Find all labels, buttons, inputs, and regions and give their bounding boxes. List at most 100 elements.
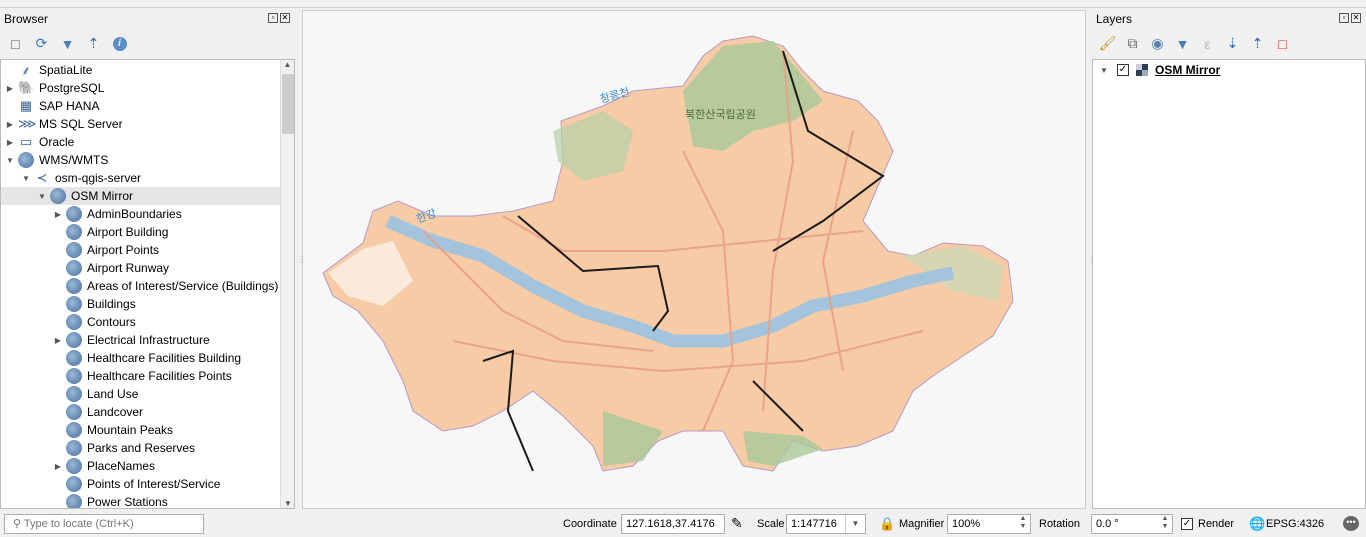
browser-tree: Power Stations Points of Interest/Service… xyxy=(0,59,295,509)
browser-item-label: Buildings xyxy=(87,297,136,311)
rotation-value: 0.0 ° xyxy=(1096,518,1119,530)
browser-scrollbar[interactable]: ▲ ▼ xyxy=(280,60,294,508)
browser-item[interactable]: Mountain Peaks xyxy=(1,421,281,439)
scale-select[interactable]: 1:147716 ▼ xyxy=(786,514,866,534)
lock-icon[interactable]: 🔒 xyxy=(879,516,895,532)
filter-icon[interactable]: ▼ xyxy=(59,35,76,52)
globe-icon xyxy=(66,494,82,508)
browser-item-label: Areas of Interest/Service (Buildings) xyxy=(87,279,279,293)
expand-arrow-icon[interactable]: ▶ xyxy=(5,120,15,129)
browser-item[interactable]: Areas of Interest/Service (Buildings) xyxy=(1,277,281,295)
browser-item[interactable]: ▼ OSM Mirror xyxy=(1,187,281,205)
browser-item[interactable]: Parks and Reserves xyxy=(1,439,281,457)
map-canvas[interactable]: 창릉천 북한산국립공원 한강 xyxy=(302,10,1086,509)
eye-visibility-icon[interactable]: ◉ xyxy=(1149,35,1166,52)
mouse-coordinate-toggle-icon[interactable]: ✎ xyxy=(731,515,743,532)
browser-item-label: PlaceNames xyxy=(87,459,156,473)
elephant-icon: 🐘 xyxy=(18,80,35,95)
browser-item-label: Contours xyxy=(87,315,136,329)
browser-item[interactable]: ⸙ SpatiaLite xyxy=(1,61,281,79)
browser-item[interactable]: ▼ WMS/WMTS xyxy=(1,151,281,169)
browser-item[interactable]: Healthcare Facilities Building xyxy=(1,349,281,367)
browser-item[interactable]: Landcover xyxy=(1,403,281,421)
add-group-icon[interactable]: ⧉ xyxy=(1124,35,1141,52)
float-icon[interactable]: ▫ xyxy=(1339,13,1349,23)
browser-item[interactable]: Buildings xyxy=(1,295,281,313)
browser-item[interactable]: Power Stations xyxy=(1,493,281,508)
crs-button[interactable]: EPSG:4326 xyxy=(1266,518,1324,530)
locate-search-input[interactable]: ⚲ Type to locate (Ctrl+K) xyxy=(4,514,204,534)
expand-arrow-icon[interactable]: ▼ xyxy=(37,192,47,201)
browser-item[interactable]: Airport Building xyxy=(1,223,281,241)
coordinate-field[interactable]: 127.1618,37.4176 xyxy=(621,514,725,534)
browser-item-label: AdminBoundaries xyxy=(87,207,182,221)
browser-item[interactable]: Healthcare Facilities Points xyxy=(1,367,281,385)
browser-item-label: Airport Building xyxy=(87,225,169,239)
expand-arrow-icon[interactable]: ▼ xyxy=(1099,66,1109,75)
browser-item[interactable]: ▶ AdminBoundaries xyxy=(1,205,281,223)
expand-all-icon[interactable]: ⇣ xyxy=(1224,35,1241,52)
browser-item[interactable]: Points of Interest/Service xyxy=(1,475,281,493)
globe-icon xyxy=(18,152,34,168)
globe-icon xyxy=(50,188,66,204)
close-icon[interactable]: ✕ xyxy=(1351,13,1361,23)
feather-icon: ⸙ xyxy=(21,63,31,78)
magnifier-spinbox[interactable]: 100% ▲ ▼ xyxy=(947,514,1031,534)
spin-arrows-icon[interactable]: ▲ ▼ xyxy=(1158,515,1172,533)
globe-icon xyxy=(66,314,82,330)
browser-item-label: Mountain Peaks xyxy=(87,423,174,437)
browser-item[interactable]: ▼ ≺ osm-qgis-server xyxy=(1,169,281,187)
browser-item[interactable]: Land Use xyxy=(1,385,281,403)
browser-item[interactable]: ▶ ▭ Oracle xyxy=(1,133,281,151)
chevron-down-icon[interactable]: ▼ xyxy=(845,515,865,533)
globe-icon xyxy=(66,278,82,294)
add-selected-layers-icon[interactable]: □ xyxy=(7,35,24,52)
browser-item[interactable]: Airport Runway xyxy=(1,259,281,277)
style-brush-icon[interactable]: 🖌 xyxy=(1099,35,1117,52)
browser-item[interactable]: Airport Points xyxy=(1,241,281,259)
map-label-park: 북한산국립공원 xyxy=(685,108,756,121)
float-icon[interactable]: ▫ xyxy=(268,13,278,23)
expand-arrow-icon[interactable]: ▼ xyxy=(5,156,15,165)
layer-item-osm-mirror[interactable]: ▼ ✓ OSM Mirror xyxy=(1099,61,1220,79)
expand-arrow-icon[interactable]: ▶ xyxy=(53,210,63,219)
info-icon[interactable]: i xyxy=(111,35,128,52)
globe-icon xyxy=(66,368,82,384)
raster-layer-icon xyxy=(1136,64,1148,76)
layer-visibility-checkbox[interactable]: ✓ xyxy=(1117,64,1129,76)
refresh-icon[interactable]: ⟳ xyxy=(33,35,50,52)
browser-item-label: Parks and Reserves xyxy=(87,441,196,455)
scale-value: 1:147716 xyxy=(791,518,837,530)
browser-item[interactable]: ▶ 🐘 PostgreSQL xyxy=(1,79,281,97)
crs-globe-icon[interactable]: 🌐 xyxy=(1249,516,1265,532)
expand-arrow-icon[interactable]: ▶ xyxy=(53,462,63,471)
expand-arrow-icon[interactable]: ▶ xyxy=(5,138,15,147)
messages-icon[interactable]: ••• xyxy=(1343,516,1359,531)
browser-item[interactable]: ▶ ⋙ MS SQL Server xyxy=(1,115,281,133)
globe-icon xyxy=(66,260,82,276)
rotation-spinbox[interactable]: 0.0 ° ▲ ▼ xyxy=(1091,514,1173,534)
expand-arrow-icon[interactable]: ▶ xyxy=(5,84,15,93)
render-checkbox[interactable]: ✓ xyxy=(1181,518,1193,530)
remove-layer-icon[interactable]: □ xyxy=(1274,35,1291,52)
collapse-all-icon[interactable]: ⇡ xyxy=(85,35,102,52)
layers-panel-title: Layers xyxy=(1096,12,1133,26)
browser-item[interactable]: ▶ Electrical Infrastructure xyxy=(1,331,281,349)
browser-item-label: Land Use xyxy=(87,387,139,401)
browser-item[interactable]: Contours xyxy=(1,313,281,331)
expand-arrow-icon[interactable]: ▼ xyxy=(21,174,31,183)
globe-icon xyxy=(66,422,82,438)
browser-item[interactable]: ▦ SAP HANA xyxy=(1,97,281,115)
filter-legend-icon[interactable]: ▼ xyxy=(1174,35,1191,52)
collapse-all-icon[interactable]: ⇡ xyxy=(1249,35,1266,52)
status-bar: ⚲ Type to locate (Ctrl+K) Coordinate 127… xyxy=(0,510,1366,537)
browser-item-label: PostgreSQL xyxy=(39,81,105,95)
browser-item-label: Oracle xyxy=(39,135,75,149)
browser-item[interactable]: ▶ PlaceNames xyxy=(1,457,281,475)
expand-arrow-icon[interactable]: ▶ xyxy=(53,336,63,345)
close-icon[interactable]: ✕ xyxy=(280,13,290,23)
globe-icon xyxy=(66,296,82,312)
spin-arrows-icon[interactable]: ▲ ▼ xyxy=(1016,515,1030,533)
browser-item-label: SpatiaLite xyxy=(39,63,93,77)
splitter-handle[interactable]: ⋮ xyxy=(298,255,306,264)
